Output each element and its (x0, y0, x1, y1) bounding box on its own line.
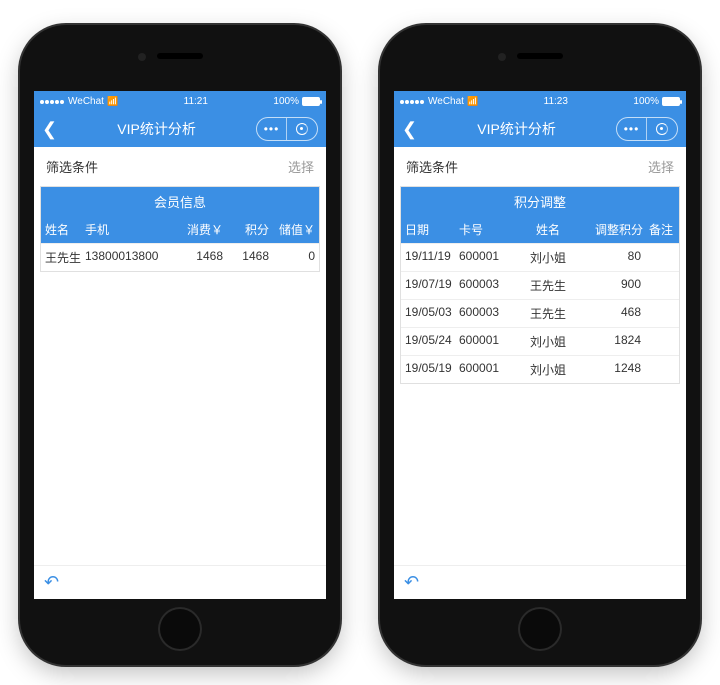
battery-icon (302, 97, 320, 106)
cell: 19/05/19 (401, 356, 455, 383)
table-header: 姓名 手机 消费￥ 积分 储值￥ (41, 216, 319, 243)
page-title: VIP统计分析 (57, 119, 256, 139)
cell: 600001 (455, 356, 505, 383)
footer-bar: ↶ (394, 565, 686, 599)
filter-row[interactable]: 筛选条件 选择 (394, 147, 686, 186)
miniapp-capsule[interactable]: ••• (616, 117, 678, 141)
cell: 1824 (591, 328, 645, 355)
carrier-label: WeChat (428, 96, 464, 107)
col-name: 姓名 (505, 216, 591, 243)
undo-icon[interactable]: ↶ (44, 572, 59, 593)
cell: 王先生 (505, 272, 591, 299)
points-table: 积分调整 日期 卡号 姓名 调整积分 备注 19/11/19600001刘小姐8… (400, 186, 680, 384)
close-icon[interactable] (287, 118, 317, 140)
cell: 王先生 (505, 300, 591, 327)
table-title: 积分调整 (401, 187, 679, 216)
cell: 刘小姐 (505, 244, 591, 271)
col-card: 卡号 (455, 216, 505, 243)
close-icon[interactable] (647, 118, 677, 140)
cell: 600001 (455, 328, 505, 355)
cell (645, 244, 679, 271)
filter-action[interactable]: 选择 (648, 157, 674, 176)
wifi-icon: 📶 (107, 96, 118, 107)
nav-bar: ❮ VIP统计分析 ••• (394, 111, 686, 147)
table-row[interactable]: 19/05/03600003王先生468 (401, 299, 679, 327)
cell (645, 328, 679, 355)
table-title: 会员信息 (41, 187, 319, 216)
carrier-label: WeChat (68, 96, 104, 107)
table-row[interactable]: 19/07/19600003王先生900 (401, 271, 679, 299)
undo-icon[interactable]: ↶ (404, 572, 419, 593)
table-row[interactable]: 19/11/19600001刘小姐80 (401, 243, 679, 271)
table-row[interactable]: 王先生13800013800146814680 (41, 243, 319, 271)
filter-action[interactable]: 选择 (288, 157, 314, 176)
back-button[interactable]: ❮ (402, 119, 417, 140)
col-spend: 消费￥ (177, 216, 227, 243)
cell: 1248 (591, 356, 645, 383)
cell: 0 (273, 244, 319, 271)
cell: 1468 (177, 244, 227, 271)
signal-dots-icon (40, 96, 65, 107)
cell: 468 (591, 300, 645, 327)
page-title: VIP统计分析 (417, 119, 616, 139)
filter-row[interactable]: 筛选条件 选择 (34, 147, 326, 186)
cell: 19/05/24 (401, 328, 455, 355)
cell: 刘小姐 (505, 356, 591, 383)
cell (645, 272, 679, 299)
footer-bar: ↶ (34, 565, 326, 599)
col-adjust: 调整积分 (591, 216, 645, 243)
table-row[interactable]: 19/05/19600001刘小姐1248 (401, 355, 679, 383)
cell: 600001 (455, 244, 505, 271)
camera-dot (138, 53, 146, 61)
battery-icon (662, 97, 680, 106)
col-date: 日期 (401, 216, 455, 243)
more-icon[interactable]: ••• (257, 118, 287, 140)
clock: 11:21 (184, 96, 208, 107)
camera-dot (498, 53, 506, 61)
col-phone: 手机 (81, 216, 177, 243)
cell: 19/11/19 (401, 244, 455, 271)
back-button[interactable]: ❮ (42, 119, 57, 140)
cell: 19/05/03 (401, 300, 455, 327)
col-points: 积分 (227, 216, 273, 243)
nav-bar: ❮ VIP统计分析 ••• (34, 111, 326, 147)
col-balance: 储值￥ (273, 216, 319, 243)
col-name: 姓名 (41, 216, 81, 243)
filter-label: 筛选条件 (406, 157, 458, 176)
cell: 1468 (227, 244, 273, 271)
screen: WeChat 📶 11:21 100% ❮ VIP统计分析 ••• 筛选条件 选… (34, 91, 326, 599)
member-table: 会员信息 姓名 手机 消费￥ 积分 储值￥ 王先生138000138001468… (40, 186, 320, 272)
filter-label: 筛选条件 (46, 157, 98, 176)
phone-right: WeChat 📶 11:23 100% ❮ VIP统计分析 ••• 筛选条件 选… (380, 25, 700, 665)
cell (645, 356, 679, 383)
signal-dots-icon (400, 96, 425, 107)
phone-left: WeChat 📶 11:21 100% ❮ VIP统计分析 ••• 筛选条件 选… (20, 25, 340, 665)
screen: WeChat 📶 11:23 100% ❮ VIP统计分析 ••• 筛选条件 选… (394, 91, 686, 599)
cell: 900 (591, 272, 645, 299)
status-bar: WeChat 📶 11:21 100% (34, 91, 326, 111)
cell: 19/07/19 (401, 272, 455, 299)
col-remark: 备注 (645, 216, 679, 243)
cell: 13800013800 (81, 244, 177, 271)
cell (645, 300, 679, 327)
wifi-icon: 📶 (467, 96, 478, 107)
more-icon[interactable]: ••• (617, 118, 647, 140)
table-row[interactable]: 19/05/24600001刘小姐1824 (401, 327, 679, 355)
cell: 刘小姐 (505, 328, 591, 355)
battery-percent: 100% (273, 96, 299, 107)
cell: 王先生 (41, 244, 81, 271)
cell: 600003 (455, 272, 505, 299)
table-header: 日期 卡号 姓名 调整积分 备注 (401, 216, 679, 243)
cell: 80 (591, 244, 645, 271)
status-bar: WeChat 📶 11:23 100% (394, 91, 686, 111)
cell: 600003 (455, 300, 505, 327)
clock: 11:23 (544, 96, 568, 107)
miniapp-capsule[interactable]: ••• (256, 117, 318, 141)
battery-percent: 100% (633, 96, 659, 107)
